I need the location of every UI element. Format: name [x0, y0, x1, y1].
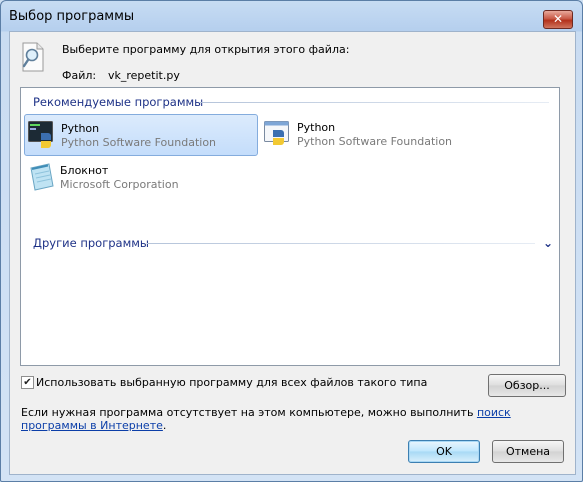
ok-button[interactable]: OK [408, 440, 480, 463]
close-button[interactable]: ✕ [543, 10, 573, 29]
program-name: Python [61, 122, 100, 135]
python-console-icon [28, 121, 53, 148]
info-text: Если нужная программа отсутствует на это… [21, 406, 477, 419]
program-name: Python [297, 121, 336, 134]
python-window-icon [264, 121, 289, 145]
group-divider [199, 102, 549, 103]
notepad-icon [30, 163, 54, 191]
dialog-window: Выбор программы ✕ Выберите программу для… [0, 0, 583, 482]
program-publisher: Python Software Foundation [61, 136, 217, 149]
file-name: vk_repetit.py [108, 69, 180, 82]
other-programs-header[interactable]: Другие программы [33, 236, 149, 250]
always-use-label[interactable]: Использовать выбранную программу для все… [36, 376, 427, 389]
group-divider [147, 243, 535, 244]
program-item-python-2[interactable]: Python Python Software Foundation [261, 114, 493, 154]
program-item-notepad[interactable]: Блокнот Microsoft Corporation [24, 157, 256, 197]
program-name: Блокнот [60, 164, 109, 177]
chevron-down-icon[interactable]: ⌄ [543, 236, 553, 250]
program-item-python-1[interactable]: Python Python Software Foundation [24, 114, 258, 156]
program-publisher: Python Software Foundation [297, 135, 453, 148]
info-text-end: . [162, 419, 167, 432]
file-label: Файл: [62, 69, 97, 82]
title-bar[interactable]: Выбор программы ✕ [1, 1, 582, 31]
recommended-programs-header: Рекомендуемые программы [33, 95, 204, 109]
always-use-checkbox[interactable]: ✔ [21, 376, 34, 389]
dialog-client-area: Выберите программу для открытия этого фа… [9, 31, 576, 475]
magnifier-document-icon [22, 42, 44, 72]
info-text-block: Если нужная программа отсутствует на это… [21, 406, 541, 432]
cancel-button[interactable]: Отмена [492, 440, 564, 463]
program-publisher: Microsoft Corporation [60, 178, 179, 191]
browse-button[interactable]: Обзор... [488, 374, 566, 397]
prompt-text: Выберите программу для открытия этого фа… [62, 43, 350, 56]
program-list-panel[interactable]: Рекомендуемые программы Python Python So… [20, 87, 560, 366]
window-title: Выбор программы [9, 9, 135, 24]
